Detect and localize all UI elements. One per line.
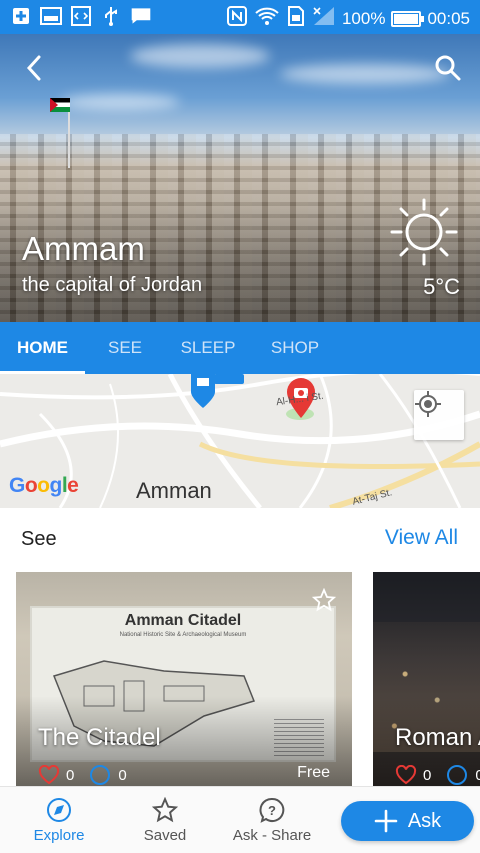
nav-saved-label: Saved: [143, 827, 187, 844]
ask-button[interactable]: Ask: [341, 801, 474, 841]
city-hero: Ammam the capital of Jordan 5°C: [0, 34, 480, 322]
back-button[interactable]: [18, 52, 50, 84]
sign-subtitle: National Historic Site & Archaeological …: [119, 632, 247, 638]
card-stats: 0 0: [38, 764, 127, 786]
plus-icon: [374, 809, 398, 833]
price-label: Free: [297, 764, 330, 781]
google-logo-letter: e: [67, 474, 79, 497]
card-title: The Citadel: [38, 724, 161, 751]
google-logo: Google: [9, 474, 79, 498]
map-view[interactable]: Al-H... i St. At-Taj St. Google Amman: [0, 374, 480, 508]
jordan-flag: [50, 98, 70, 112]
image-icon: [40, 5, 62, 27]
chat-icon: [130, 5, 152, 27]
sun-icon: [390, 198, 458, 266]
city-subtitle: the capital of Jordan: [22, 274, 203, 296]
nav-explore-label: Explore: [33, 827, 85, 844]
google-logo-letter: G: [9, 474, 25, 497]
comment-icon[interactable]: [445, 764, 469, 786]
cloud: [130, 44, 270, 68]
status-bar: 100% 00:05: [0, 0, 480, 34]
comment-count: 0: [475, 766, 480, 784]
section-tabs: HOME SEE SLEEP SHOP: [0, 322, 480, 374]
search-button[interactable]: [432, 52, 464, 84]
temperature: 5°C: [423, 274, 460, 299]
section-title: See: [21, 528, 57, 550]
like-count: 0: [423, 766, 432, 784]
sim-icon: [286, 5, 306, 32]
my-location-button[interactable]: [414, 390, 464, 440]
star-icon: [152, 797, 178, 823]
view-all-link[interactable]: View All: [385, 526, 458, 550]
search-icon: [435, 55, 461, 81]
tab-sleep[interactable]: SLEEP: [165, 322, 251, 374]
nav-ask-share[interactable]: ? Ask - Share: [222, 797, 322, 844]
crosshair-icon: [415, 391, 441, 417]
google-logo-letter: o: [37, 474, 50, 497]
tab-see[interactable]: SEE: [85, 322, 165, 374]
clock: 00:05: [427, 8, 470, 28]
google-logo-letter: o: [24, 474, 38, 497]
battery-icon: [391, 10, 425, 27]
ask-button-label: Ask: [407, 809, 442, 832]
nfc-icon: [226, 5, 248, 32]
hotel-marker-icon[interactable]: [188, 374, 218, 408]
star-icon[interactable]: [312, 588, 336, 612]
wifi-icon: [254, 5, 280, 32]
compass-icon: [47, 798, 71, 822]
bottom-navigation: Explore Saved ? Ask - Share Ask: [0, 786, 480, 853]
battery-fill: [394, 13, 419, 24]
map-city-label: Amman: [136, 478, 212, 503]
chevron-left-icon: [26, 55, 41, 81]
nav-explore[interactable]: Explore: [9, 797, 109, 844]
card-title: Roman A: [395, 724, 480, 751]
cloud: [60, 94, 180, 110]
city-name: Ammam: [22, 230, 145, 267]
card-stats: 0 0: [395, 764, 480, 786]
like-count: 0: [66, 766, 75, 784]
usb-icon: [100, 5, 122, 27]
nav-saved[interactable]: Saved: [115, 797, 215, 844]
sign-title: Amman Citadel: [124, 612, 242, 629]
tab-home[interactable]: HOME: [0, 322, 85, 374]
tab-shop[interactable]: SHOP: [251, 322, 339, 374]
signal-icon: [312, 5, 336, 32]
google-logo-letter: g: [49, 474, 63, 497]
svg-text:?: ?: [268, 803, 276, 818]
question-bubble-icon: ?: [259, 797, 285, 823]
map-label-badge: [214, 374, 244, 384]
comment-count: 0: [118, 766, 127, 784]
plus-icon: [10, 5, 32, 27]
heart-icon[interactable]: [395, 765, 417, 785]
comment-icon[interactable]: [88, 764, 112, 786]
nav-ask-share-label: Ask - Share: [232, 827, 312, 844]
battery-text: 100%: [341, 8, 386, 28]
heart-icon[interactable]: [38, 765, 60, 785]
place-card[interactable]: Roman A 0 0: [373, 572, 480, 786]
cloud: [280, 64, 450, 84]
code-icon: [70, 5, 92, 27]
place-card[interactable]: Amman Citadel National Historic Site & A…: [16, 572, 352, 786]
